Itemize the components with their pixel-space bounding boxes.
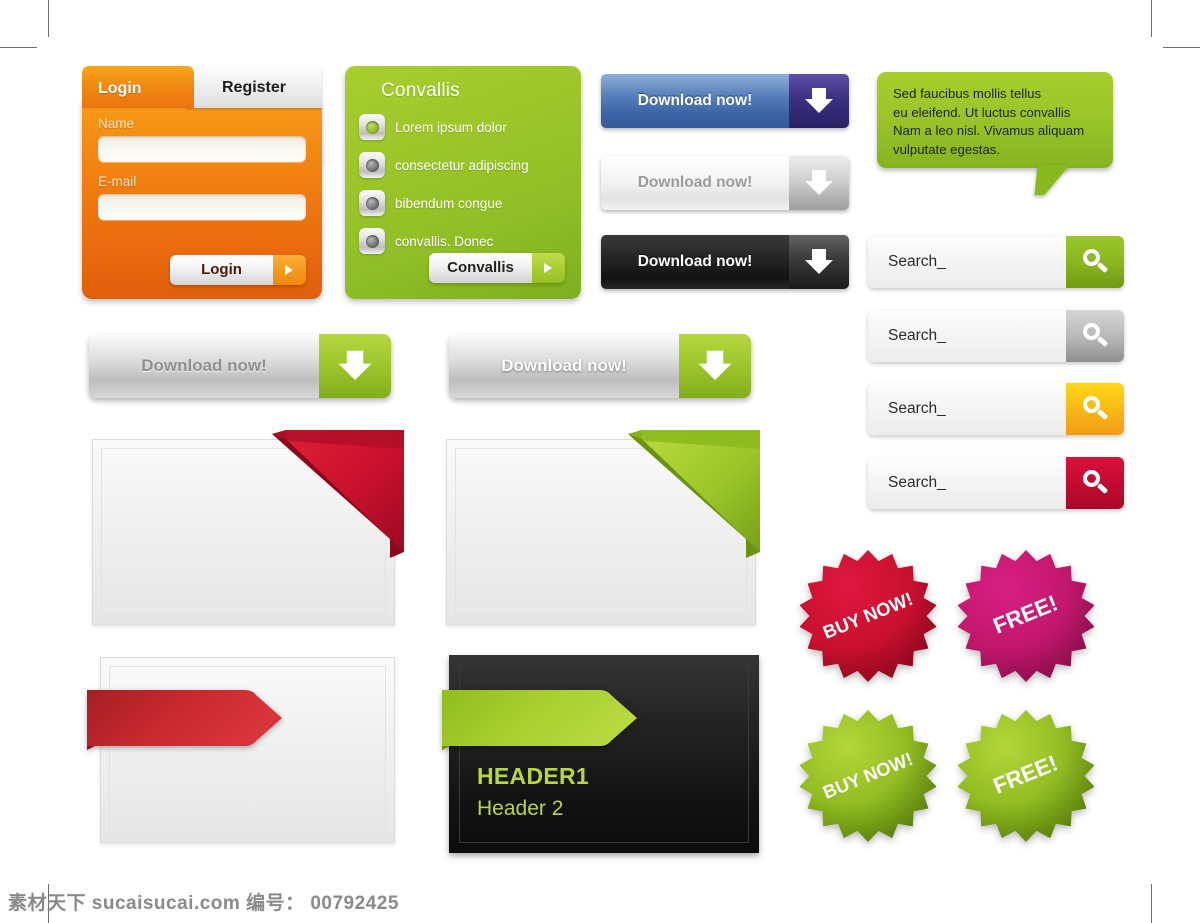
crop-mark-top-right-vertical bbox=[1151, 0, 1152, 37]
crop-mark-bottom-right-vertical bbox=[1151, 884, 1152, 923]
convallis-panel: Convallis Lorem ipsum dolor consectetur … bbox=[345, 66, 581, 299]
header-secondary: Header 2 bbox=[477, 797, 564, 820]
search-button[interactable] bbox=[1066, 457, 1124, 509]
login-submit-button[interactable]: Login bbox=[170, 255, 306, 285]
search-input[interactable]: Search_ bbox=[868, 310, 1066, 362]
download-button-large-white-text[interactable]: Download now! bbox=[449, 334, 751, 398]
email-input[interactable] bbox=[98, 194, 306, 220]
search-input-value: Search_ bbox=[888, 327, 946, 344]
email-field-label: E-mail bbox=[98, 174, 137, 189]
crop-mark-top-right-horizontal bbox=[1163, 47, 1200, 48]
crop-mark-top-left-vertical bbox=[48, 0, 49, 37]
magnifier-icon bbox=[1081, 248, 1109, 276]
convallis-option-label: Lorem ipsum dolor bbox=[395, 119, 507, 135]
crop-mark-top-left-horizontal bbox=[0, 47, 37, 48]
header-primary: HEADER1 bbox=[477, 763, 590, 789]
radio-button-icon[interactable] bbox=[359, 152, 385, 178]
search-bar-yellow[interactable]: Search_ bbox=[868, 383, 1124, 435]
tab-login[interactable]: Login bbox=[82, 66, 194, 108]
download-button-blue[interactable]: Download now! bbox=[601, 74, 849, 128]
convallis-option-label: convallis. Donec bbox=[395, 233, 494, 249]
login-register-panel: Name E-mail Login Register Login bbox=[82, 66, 322, 299]
login-submit-label: Login bbox=[170, 255, 273, 285]
convallis-submit-label: Convallis bbox=[429, 253, 532, 283]
login-tabs: Register Login bbox=[82, 66, 322, 108]
download-button-label: Download now! bbox=[601, 235, 789, 289]
download-arrow-icon bbox=[789, 74, 849, 128]
radio-button-icon[interactable] bbox=[359, 190, 385, 216]
name-input[interactable] bbox=[98, 136, 306, 162]
watermark-text: 素材天下 sucaisucai.com 编号： 00792425 bbox=[8, 893, 399, 914]
speech-bubble: Sed faucibus mollis tellus eu eleifend. … bbox=[877, 72, 1113, 168]
login-form-body: Name E-mail Login bbox=[82, 100, 322, 299]
speech-bubble-line: Sed faucibus mollis tellus bbox=[893, 86, 1042, 101]
arrow-right-icon bbox=[273, 255, 306, 285]
download-button-black[interactable]: Download now! bbox=[601, 235, 849, 289]
radio-button-icon[interactable] bbox=[359, 114, 385, 140]
badge-buy-now-green[interactable]: BUY NOW! bbox=[800, 708, 936, 844]
search-input[interactable]: Search_ bbox=[868, 236, 1066, 288]
search-button[interactable] bbox=[1066, 383, 1124, 435]
speech-bubble-line: eu eleifend. Ut luctus convallis bbox=[893, 104, 1071, 120]
tab-register[interactable]: Register bbox=[186, 66, 322, 108]
badge-free-green[interactable]: FREE! bbox=[958, 708, 1094, 844]
corner-ribbon-green bbox=[628, 430, 760, 558]
search-bar-red[interactable]: Search_ bbox=[868, 457, 1124, 509]
speech-bubble-tail bbox=[1034, 165, 1070, 195]
search-input-value: Search_ bbox=[888, 400, 946, 417]
arrow-tag-green bbox=[442, 690, 637, 750]
magnifier-icon bbox=[1081, 469, 1109, 497]
download-button-label: Download now! bbox=[601, 74, 789, 128]
download-button-label: Download now! bbox=[89, 334, 319, 398]
search-input-value: Search_ bbox=[888, 474, 946, 491]
convallis-option-list: Lorem ipsum dolor consectetur adipiscing… bbox=[359, 108, 567, 260]
search-input-value: Search_ bbox=[888, 253, 946, 270]
speech-bubble-line: Nam a leo nisl. Vivamus aliquam bbox=[893, 123, 1085, 138]
badge-buy-now-red[interactable]: BUY NOW! bbox=[800, 548, 936, 684]
arrow-tag-red bbox=[87, 690, 282, 750]
search-button[interactable] bbox=[1066, 236, 1124, 288]
download-button-large-gray-text[interactable]: Download now! bbox=[89, 334, 391, 398]
speech-bubble-line: vulputate egestas. bbox=[893, 141, 1001, 157]
convallis-option-label: bibendum congue bbox=[395, 195, 503, 211]
download-button-gray[interactable]: Download now! bbox=[601, 156, 849, 210]
download-button-label: Download now! bbox=[601, 156, 789, 210]
ui-kit-canvas: Name E-mail Login Register Login Convall… bbox=[0, 0, 1200, 923]
search-input[interactable]: Search_ bbox=[868, 457, 1066, 509]
corner-ribbon-red bbox=[272, 430, 404, 558]
radio-button-icon[interactable] bbox=[359, 228, 385, 254]
magnifier-icon bbox=[1081, 395, 1109, 423]
download-arrow-icon bbox=[679, 334, 751, 398]
convallis-option-0[interactable]: Lorem ipsum dolor bbox=[359, 108, 567, 146]
search-bar-green[interactable]: Search_ bbox=[868, 236, 1124, 288]
name-field-label: Name bbox=[98, 116, 135, 131]
convallis-title: Convallis bbox=[381, 80, 460, 101]
search-bar-gray[interactable]: Search_ bbox=[868, 310, 1124, 362]
convallis-option-label: consectetur adipiscing bbox=[395, 157, 529, 173]
badge-free-pink[interactable]: FREE! bbox=[958, 548, 1094, 684]
convallis-submit-button[interactable]: Convallis bbox=[429, 253, 565, 283]
download-button-label: Download now! bbox=[449, 334, 679, 398]
convallis-option-1[interactable]: consectetur adipiscing bbox=[359, 146, 567, 184]
download-arrow-icon bbox=[789, 235, 849, 289]
download-arrow-icon bbox=[319, 334, 391, 398]
search-input[interactable]: Search_ bbox=[868, 383, 1066, 435]
magnifier-icon bbox=[1081, 322, 1109, 350]
convallis-option-2[interactable]: bibendum congue bbox=[359, 184, 567, 222]
download-arrow-icon bbox=[789, 156, 849, 210]
arrow-right-icon bbox=[532, 253, 565, 283]
search-button[interactable] bbox=[1066, 310, 1124, 362]
